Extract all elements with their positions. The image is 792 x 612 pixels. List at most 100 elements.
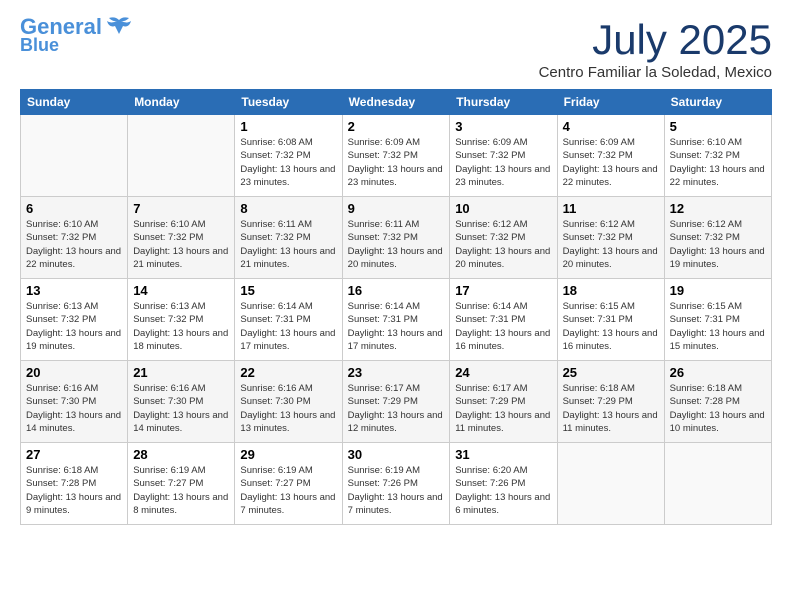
day-detail: Sunrise: 6:15 AM Sunset: 7:31 PM Dayligh…	[563, 300, 659, 353]
calendar-week-row: 27 Sunrise: 6:18 AM Sunset: 7:28 PM Dayli…	[21, 443, 772, 525]
calendar-cell: 13Sunrise: 6:13 AM Sunset: 7:32 PM Dayli…	[21, 279, 128, 361]
calendar-cell: 28 Sunrise: 6:19 AM Sunset: 7:27 PM Dayli…	[128, 443, 235, 525]
day-number: 20	[26, 365, 122, 380]
day-detail: Sunrise: 6:16 AM Sunset: 7:30 PM Dayligh…	[26, 382, 122, 435]
day-detail: Sunrise: 6:18 AM Sunset: 7:28 PM Dayligh…	[670, 382, 766, 435]
day-number: 12	[670, 201, 766, 216]
calendar-cell: 24 Sunrise: 6:17 AM Sunset: 7:29 PM Dayli…	[450, 361, 557, 443]
calendar-cell: 17 Sunrise: 6:14 AM Sunset: 7:31 PM Dayli…	[450, 279, 557, 361]
calendar-cell: 10 Sunrise: 6:12 AM Sunset: 7:32 PM Dayli…	[450, 197, 557, 279]
day-number: 4	[563, 119, 659, 134]
day-number: 9	[348, 201, 445, 216]
day-number: 27	[26, 447, 122, 462]
day-number: 19	[670, 283, 766, 298]
day-number: 17	[455, 283, 551, 298]
day-detail: Sunrise: 6:19 AM Sunset: 7:27 PM Dayligh…	[240, 464, 336, 517]
weekday-header-sunday: Sunday	[21, 90, 128, 115]
calendar-cell: 29 Sunrise: 6:19 AM Sunset: 7:27 PM Dayli…	[235, 443, 342, 525]
calendar-cell: 5 Sunrise: 6:10 AM Sunset: 7:32 PM Daylig…	[664, 115, 771, 197]
calendar-table: SundayMondayTuesdayWednesdayThursdayFrid…	[20, 89, 772, 525]
day-detail: Sunrise: 6:09 AM Sunset: 7:32 PM Dayligh…	[455, 136, 551, 189]
weekday-header-row: SundayMondayTuesdayWednesdayThursdayFrid…	[21, 90, 772, 115]
day-detail: Sunrise: 6:10 AM Sunset: 7:32 PM Dayligh…	[26, 218, 122, 271]
location-subtitle: Centro Familiar la Soledad, Mexico	[539, 64, 772, 81]
day-number: 30	[348, 447, 445, 462]
day-number: 15	[240, 283, 336, 298]
calendar-cell: 21Sunrise: 6:16 AM Sunset: 7:30 PM Dayli…	[128, 361, 235, 443]
calendar-cell: 2 Sunrise: 6:09 AM Sunset: 7:32 PM Daylig…	[342, 115, 450, 197]
day-number: 29	[240, 447, 336, 462]
day-detail: Sunrise: 6:10 AM Sunset: 7:32 PM Dayligh…	[133, 218, 229, 271]
weekday-header-wednesday: Wednesday	[342, 90, 450, 115]
month-title: July 2025	[539, 16, 772, 64]
weekday-header-thursday: Thursday	[450, 90, 557, 115]
day-number: 28	[133, 447, 229, 462]
calendar-cell: 16Sunrise: 6:14 AM Sunset: 7:31 PM Dayli…	[342, 279, 450, 361]
day-number: 21	[133, 365, 229, 380]
day-detail: Sunrise: 6:12 AM Sunset: 7:32 PM Dayligh…	[563, 218, 659, 271]
day-number: 31	[455, 447, 551, 462]
day-detail: Sunrise: 6:08 AM Sunset: 7:32 PM Dayligh…	[240, 136, 336, 189]
day-detail: Sunrise: 6:19 AM Sunset: 7:26 PM Dayligh…	[348, 464, 445, 517]
day-detail: Sunrise: 6:18 AM Sunset: 7:28 PM Dayligh…	[26, 464, 122, 517]
calendar-cell: 18Sunrise: 6:15 AM Sunset: 7:31 PM Dayli…	[557, 279, 664, 361]
day-detail: Sunrise: 6:11 AM Sunset: 7:32 PM Dayligh…	[240, 218, 336, 271]
calendar-cell: 26 Sunrise: 6:18 AM Sunset: 7:28 PM Dayli…	[664, 361, 771, 443]
calendar-cell	[664, 443, 771, 525]
calendar-week-row: 6 Sunrise: 6:10 AM Sunset: 7:32 PM Daylig…	[21, 197, 772, 279]
logo-bird-icon	[105, 16, 133, 38]
calendar-cell: 20 Sunrise: 6:16 AM Sunset: 7:30 PM Dayli…	[21, 361, 128, 443]
day-detail: Sunrise: 6:19 AM Sunset: 7:27 PM Dayligh…	[133, 464, 229, 517]
day-number: 3	[455, 119, 551, 134]
calendar-cell: 12 Sunrise: 6:12 AM Sunset: 7:32 PM Dayli…	[664, 197, 771, 279]
calendar-week-row: 13 Sunrise: 6:13 AM Sunset: 7:32 PM Dayli…	[21, 279, 772, 361]
day-detail: Sunrise: 6:20 AM Sunset: 7:26 PM Dayligh…	[455, 464, 551, 517]
calendar-cell: 30 Sunrise: 6:19 AM Sunset: 7:26 PM Dayli…	[342, 443, 450, 525]
logo-blue-text: Blue	[20, 36, 59, 54]
day-number: 7	[133, 201, 229, 216]
day-detail: Sunrise: 6:09 AM Sunset: 7:32 PM Dayligh…	[563, 136, 659, 189]
calendar-cell: 1Sunrise: 6:08 AM Sunset: 7:32 PM Daylig…	[235, 115, 342, 197]
weekday-header-monday: Monday	[128, 90, 235, 115]
day-detail: Sunrise: 6:10 AM Sunset: 7:32 PM Dayligh…	[670, 136, 766, 189]
day-detail: Sunrise: 6:13 AM Sunset: 7:32 PM Dayligh…	[133, 300, 229, 353]
day-detail: Sunrise: 6:17 AM Sunset: 7:29 PM Dayligh…	[455, 382, 551, 435]
day-number: 14	[133, 283, 229, 298]
day-detail: Sunrise: 6:12 AM Sunset: 7:32 PM Dayligh…	[670, 218, 766, 271]
calendar-cell: 25Sunrise: 6:18 AM Sunset: 7:29 PM Dayli…	[557, 361, 664, 443]
day-number: 24	[455, 365, 551, 380]
calendar-week-row: 20 Sunrise: 6:16 AM Sunset: 7:30 PM Dayli…	[21, 361, 772, 443]
day-number: 6	[26, 201, 122, 216]
day-detail: Sunrise: 6:14 AM Sunset: 7:31 PM Dayligh…	[455, 300, 551, 353]
day-number: 2	[348, 119, 445, 134]
calendar-cell: 9 Sunrise: 6:11 AM Sunset: 7:32 PM Daylig…	[342, 197, 450, 279]
day-detail: Sunrise: 6:18 AM Sunset: 7:29 PM Dayligh…	[563, 382, 659, 435]
calendar-cell: 31 Sunrise: 6:20 AM Sunset: 7:26 PM Dayli…	[450, 443, 557, 525]
day-number: 10	[455, 201, 551, 216]
calendar-cell: 8 Sunrise: 6:11 AM Sunset: 7:32 PM Daylig…	[235, 197, 342, 279]
calendar-cell: 27 Sunrise: 6:18 AM Sunset: 7:28 PM Dayli…	[21, 443, 128, 525]
day-detail: Sunrise: 6:09 AM Sunset: 7:32 PM Dayligh…	[348, 136, 445, 189]
calendar-cell: 4 Sunrise: 6:09 AM Sunset: 7:32 PM Daylig…	[557, 115, 664, 197]
day-detail: Sunrise: 6:11 AM Sunset: 7:32 PM Dayligh…	[348, 218, 445, 271]
weekday-header-saturday: Saturday	[664, 90, 771, 115]
calendar-cell: 15 Sunrise: 6:14 AM Sunset: 7:31 PM Dayli…	[235, 279, 342, 361]
day-number: 8	[240, 201, 336, 216]
day-detail: Sunrise: 6:12 AM Sunset: 7:32 PM Dayligh…	[455, 218, 551, 271]
day-number: 5	[670, 119, 766, 134]
day-number: 16	[348, 283, 445, 298]
calendar-cell: 11Sunrise: 6:12 AM Sunset: 7:32 PM Dayli…	[557, 197, 664, 279]
calendar-week-row: 1Sunrise: 6:08 AM Sunset: 7:32 PM Daylig…	[21, 115, 772, 197]
day-number: 26	[670, 365, 766, 380]
calendar-cell: 19Sunrise: 6:15 AM Sunset: 7:31 PM Dayli…	[664, 279, 771, 361]
day-number: 23	[348, 365, 445, 380]
calendar-cell	[557, 443, 664, 525]
day-detail: Sunrise: 6:14 AM Sunset: 7:31 PM Dayligh…	[240, 300, 336, 353]
calendar-cell: 6 Sunrise: 6:10 AM Sunset: 7:32 PM Daylig…	[21, 197, 128, 279]
day-number: 13	[26, 283, 122, 298]
page-header: General Blue July 2025 Centro Familiar l…	[20, 16, 772, 81]
day-number: 22	[240, 365, 336, 380]
title-area: July 2025 Centro Familiar la Soledad, Me…	[539, 16, 772, 81]
calendar-cell: 22Sunrise: 6:16 AM Sunset: 7:30 PM Dayli…	[235, 361, 342, 443]
calendar-cell: 14 Sunrise: 6:13 AM Sunset: 7:32 PM Dayli…	[128, 279, 235, 361]
